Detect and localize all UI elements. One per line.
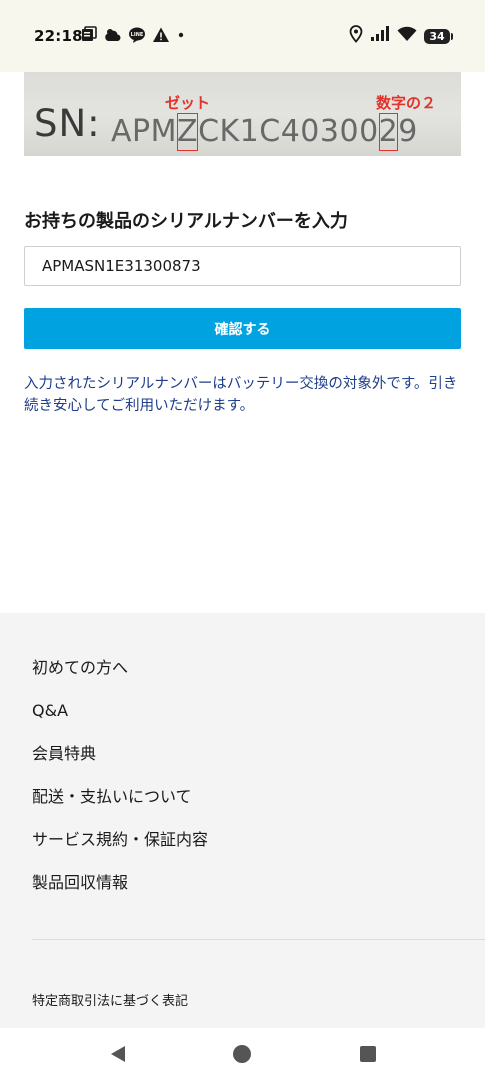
svg-text:LINE: LINE — [131, 32, 144, 38]
serial-part-after: 9 — [398, 114, 418, 149]
warning-icon — [152, 26, 170, 48]
serial-label: SN: — [34, 102, 101, 145]
footer-link-first-time[interactable]: 初めての方へ — [32, 655, 208, 698]
serial-highlight-z: Z — [177, 113, 199, 151]
result-message: 入力されたシリアルナンバーはバッテリー交換の対象外です。引き続き安心してご利用い… — [24, 376, 458, 414]
serial-highlight-2: 2 — [378, 113, 399, 151]
footer: 初めての方へ Q&A 会員特典 配送・支払いについて サービス規約・保証内容 製… — [0, 613, 485, 1028]
battery-tip — [451, 32, 453, 40]
footer-link-qa[interactable]: Q&A — [32, 698, 208, 741]
weather-icon — [104, 26, 122, 48]
back-icon[interactable] — [108, 1044, 128, 1064]
system-navigation-bar — [0, 1028, 485, 1080]
annotation-zed: ゼット — [165, 94, 211, 112]
recents-icon[interactable] — [358, 1044, 378, 1064]
footer-links: 初めての方へ Q&A 会員特典 配送・支払いについて サービス規約・保証内容 製… — [32, 655, 208, 913]
serial-example-value: APMZCK1C4030029 — [111, 113, 418, 151]
footer-link-product-recall[interactable]: 製品回収情報 — [32, 870, 208, 913]
notification-app-icon — [80, 26, 98, 48]
footer-link-shipping-payment[interactable]: 配送・支払いについて — [32, 784, 208, 827]
serial-number-input[interactable] — [24, 246, 461, 286]
status-time: 22:18 — [34, 27, 83, 45]
status-bar: 22:18 LINE 34 — [0, 0, 485, 72]
serial-part-before: APM — [111, 114, 177, 149]
line-app-icon: LINE — [128, 26, 146, 48]
confirm-button[interactable]: 確認する — [24, 308, 461, 349]
annotation-number-two: 数字の２ — [376, 94, 437, 112]
system-icons: 34 — [349, 25, 453, 47]
dot-icon — [176, 26, 186, 48]
location-icon — [349, 25, 363, 47]
footer-divider — [32, 939, 485, 940]
serial-part-middle: CK1C40300 — [198, 114, 379, 149]
serial-number-example-banner: ゼット 数字の２ SN: APMZCK1C4030029 — [24, 72, 461, 156]
wifi-icon — [397, 25, 417, 47]
footer-link-terms-warranty[interactable]: サービス規約・保証内容 — [32, 827, 208, 870]
home-icon[interactable] — [232, 1044, 252, 1064]
footer-legal-link[interactable]: 特定商取引法に基づく表記 — [32, 990, 188, 1009]
notification-icons: LINE — [80, 26, 186, 48]
signal-icon — [370, 25, 390, 47]
footer-link-member-benefits[interactable]: 会員特典 — [32, 741, 208, 784]
battery-icon: 34 — [424, 28, 450, 44]
form-heading: お持ちの製品のシリアルナンバーを入力 — [24, 211, 348, 232]
